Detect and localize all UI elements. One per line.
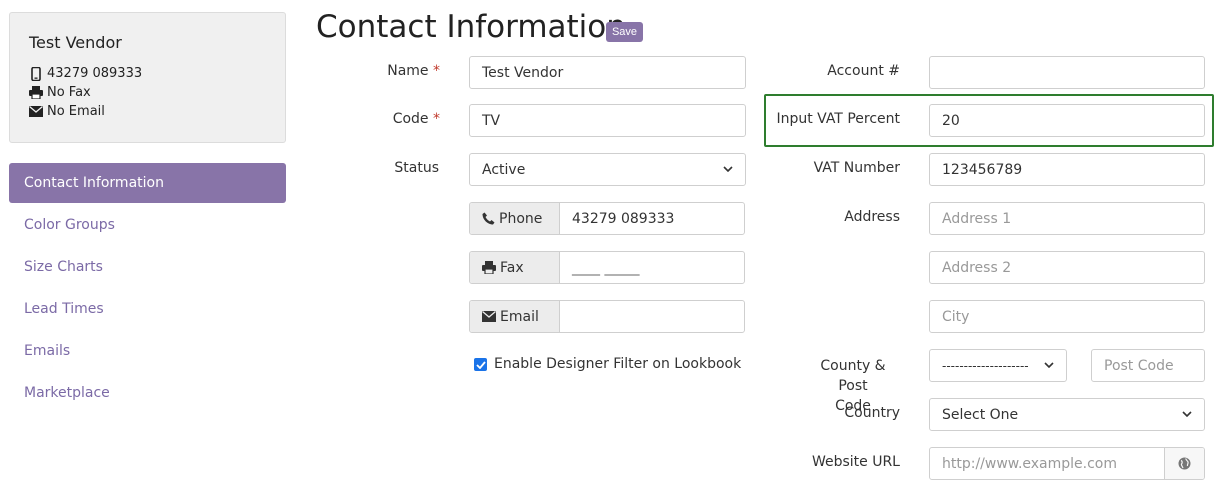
name-label-text: Name bbox=[387, 63, 429, 79]
printer-icon bbox=[482, 261, 496, 274]
website-input[interactable]: http://www.example.com bbox=[930, 448, 1164, 479]
name-label: Name * bbox=[360, 63, 440, 79]
phone-input-group: Phone 43279 089333 bbox=[469, 202, 745, 235]
sidebar-item-emails[interactable]: Emails bbox=[9, 331, 286, 371]
fax-addon: Fax bbox=[470, 252, 560, 283]
county-select[interactable]: -------------------- bbox=[929, 349, 1067, 382]
sidebar-item-lead-times[interactable]: Lead Times bbox=[9, 289, 286, 329]
vendor-email: No Email bbox=[29, 102, 266, 121]
website-label: Website URL bbox=[811, 454, 900, 470]
required-marker: * bbox=[433, 63, 440, 79]
vat-number-label: VAT Number bbox=[813, 160, 900, 176]
code-label-text: Code bbox=[392, 111, 429, 127]
vendor-card: Test Vendor 43279 089333 No Fax No Email bbox=[9, 12, 286, 143]
postcode-input[interactable]: Post Code bbox=[1091, 349, 1205, 382]
vat-percent-label: Input VAT Percent bbox=[776, 111, 900, 127]
globe-addon bbox=[1164, 448, 1204, 479]
city-input[interactable]: City bbox=[929, 300, 1205, 333]
chevron-down-icon bbox=[723, 164, 733, 175]
email-addon-label: Email bbox=[500, 308, 539, 325]
vendor-phone-text: 43279 089333 bbox=[47, 66, 143, 81]
county-post-label-line1: County & Post bbox=[820, 358, 886, 394]
address-label: Address bbox=[844, 209, 900, 225]
code-input[interactable]: TV bbox=[469, 104, 746, 137]
chevron-down-icon bbox=[1044, 360, 1054, 371]
phone-input[interactable]: 43279 089333 bbox=[560, 203, 744, 234]
sidebar-item-size-charts[interactable]: Size Charts bbox=[9, 247, 286, 287]
vendor-phone: 43279 089333 bbox=[29, 64, 266, 83]
fax-addon-label: Fax bbox=[500, 259, 524, 276]
phone-icon bbox=[482, 212, 495, 225]
website-input-group: http://www.example.com bbox=[929, 447, 1205, 480]
save-button[interactable]: Save bbox=[606, 22, 643, 42]
globe-icon bbox=[1178, 457, 1191, 470]
vendor-fax-text: No Fax bbox=[47, 85, 91, 100]
country-select[interactable]: Select One bbox=[929, 398, 1205, 431]
account-label: Account # bbox=[827, 63, 900, 79]
status-label: Status bbox=[394, 160, 439, 176]
required-marker: * bbox=[433, 111, 440, 127]
address1-input[interactable]: Address 1 bbox=[929, 202, 1205, 235]
email-input[interactable] bbox=[560, 301, 744, 332]
vat-number-input[interactable]: 123456789 bbox=[929, 153, 1205, 186]
phone-addon-label: Phone bbox=[499, 210, 543, 227]
sidebar-item-marketplace[interactable]: Marketplace bbox=[9, 373, 286, 413]
envelope-icon bbox=[29, 105, 43, 119]
printer-icon bbox=[29, 86, 43, 100]
page-title: Contact Information bbox=[316, 9, 626, 45]
vendor-email-text: No Email bbox=[47, 104, 105, 119]
code-label: Code * bbox=[360, 111, 440, 127]
sidebar-nav: Contact Information Color Groups Size Ch… bbox=[9, 163, 286, 415]
vendor-name: Test Vendor bbox=[29, 33, 122, 52]
chevron-down-icon bbox=[1182, 409, 1192, 420]
designer-filter-label[interactable]: Enable Designer Filter on Lookbook bbox=[494, 356, 741, 372]
county-select-value: -------------------- bbox=[942, 358, 1029, 373]
status-select[interactable]: Active bbox=[469, 153, 746, 186]
checkmark-icon bbox=[475, 360, 486, 369]
designer-filter-checkbox[interactable] bbox=[474, 358, 487, 371]
status-select-value: Active bbox=[482, 161, 526, 178]
fax-input[interactable]: ____ _____ bbox=[560, 252, 744, 283]
address2-input[interactable]: Address 2 bbox=[929, 251, 1205, 284]
name-input[interactable]: Test Vendor bbox=[469, 56, 746, 89]
vat-percent-input[interactable]: 20 bbox=[929, 104, 1205, 137]
fax-input-group: Fax ____ _____ bbox=[469, 251, 745, 284]
mobile-phone-icon bbox=[29, 66, 43, 81]
country-label: Country bbox=[844, 405, 900, 421]
envelope-icon bbox=[482, 311, 496, 322]
account-input[interactable] bbox=[929, 56, 1205, 89]
vendor-fax: No Fax bbox=[29, 83, 266, 102]
sidebar-item-color-groups[interactable]: Color Groups bbox=[9, 205, 286, 245]
phone-addon: Phone bbox=[470, 203, 560, 234]
country-select-value: Select One bbox=[942, 406, 1019, 423]
email-addon: Email bbox=[470, 301, 560, 332]
sidebar-item-contact-information[interactable]: Contact Information bbox=[9, 163, 286, 203]
email-input-group: Email bbox=[469, 300, 745, 333]
